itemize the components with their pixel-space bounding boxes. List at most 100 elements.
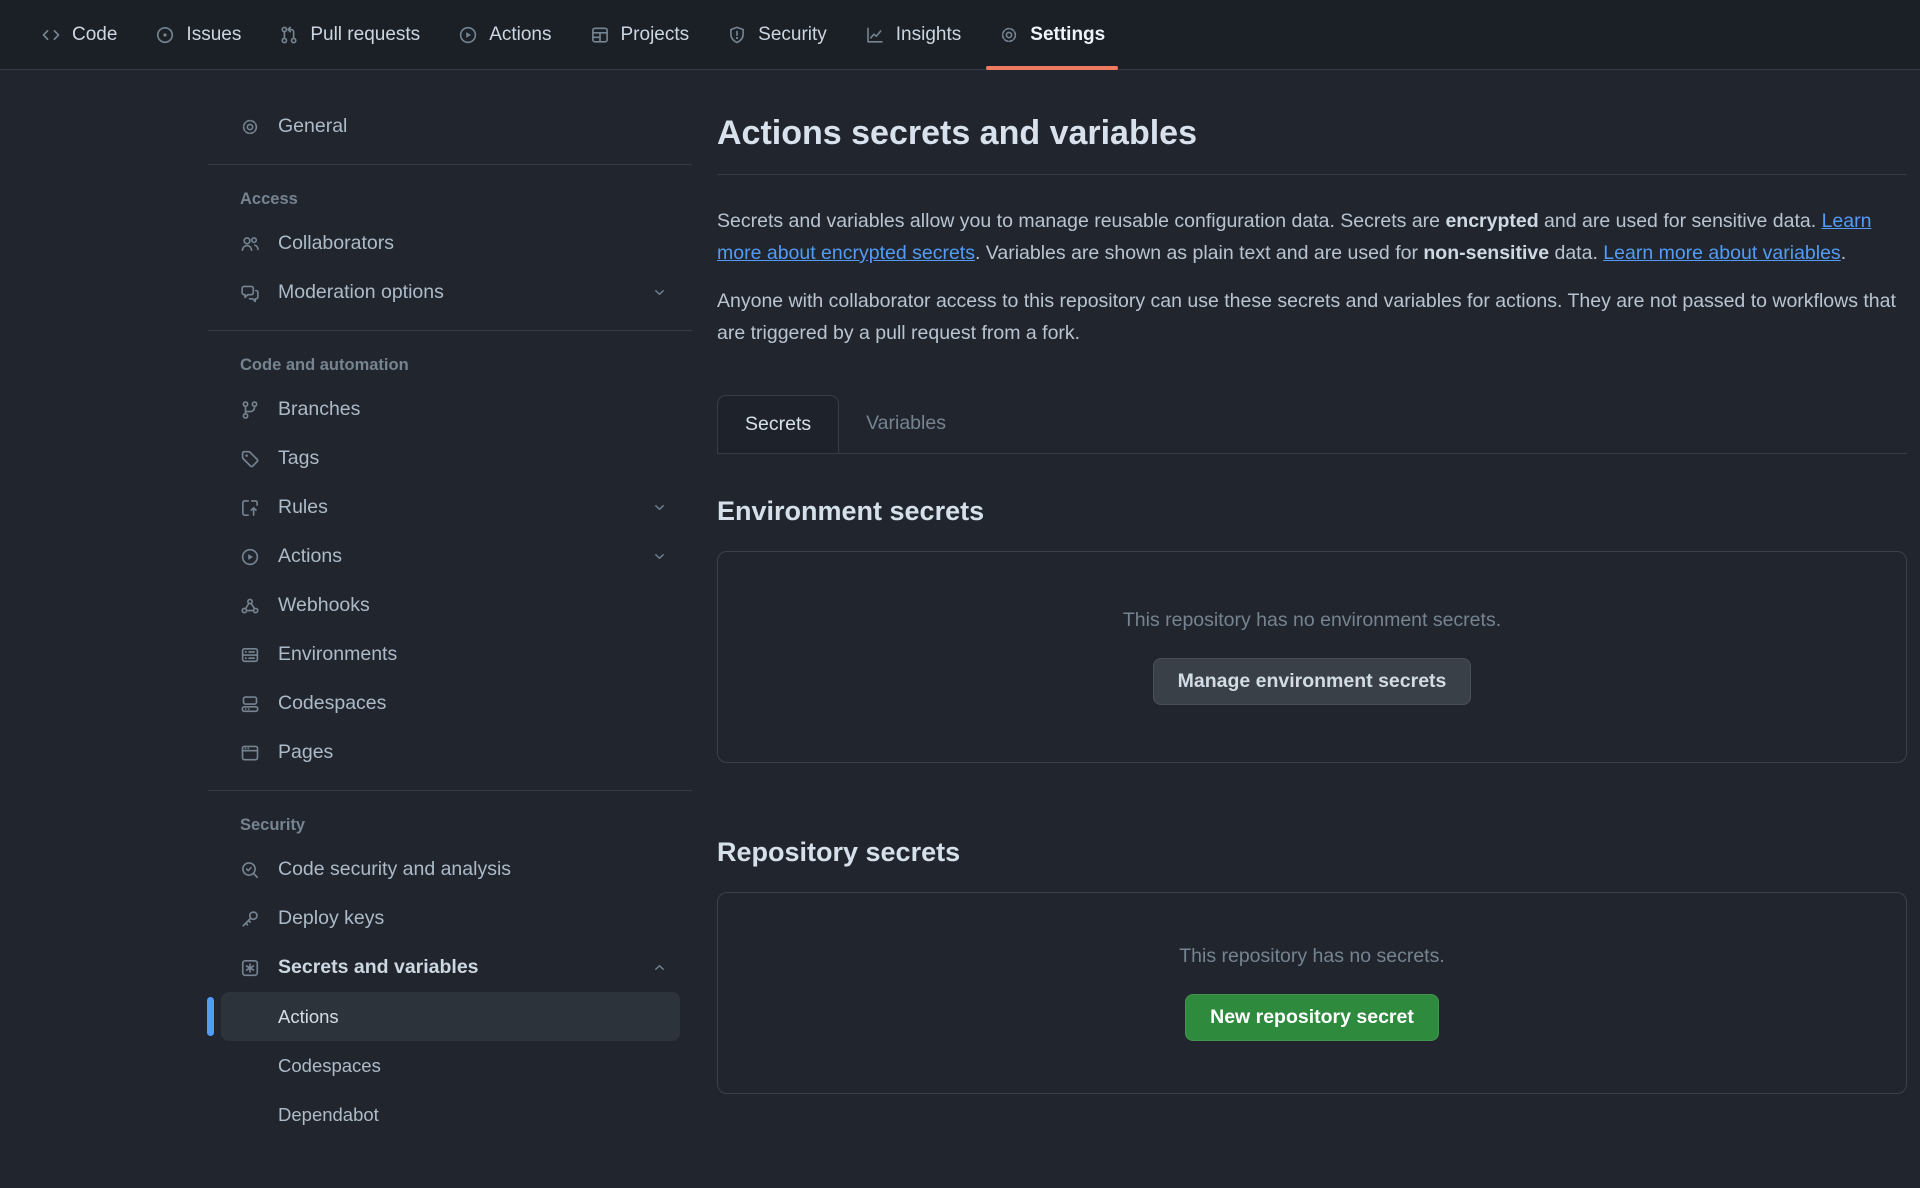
git-branch-icon <box>240 400 260 420</box>
sidebar-item-deploy-keys[interactable]: Deploy keys <box>208 894 692 943</box>
codescan-icon <box>240 860 260 880</box>
intro-bold-encrypted: encrypted <box>1445 210 1538 232</box>
sidebar-section-code-automation: Code and automation <box>208 356 692 375</box>
play-icon <box>458 25 478 45</box>
repository-secrets-empty-text: This repository has no secrets. <box>1179 945 1445 968</box>
secrets-variables-tabnav: Secrets Variables <box>717 395 1907 454</box>
chevron-down-icon <box>651 284 668 301</box>
sidebar-item-label: Pages <box>278 741 668 764</box>
nav-tab-code[interactable]: Code <box>22 0 136 69</box>
intro-text: Secrets and variables allow you to manag… <box>717 210 1445 232</box>
sidebar-item-collaborators[interactable]: Collaborators <box>208 219 692 268</box>
sidebar-item-label: Secrets and variables <box>278 956 651 979</box>
codespaces-icon <box>240 694 260 714</box>
nav-tab-label: Issues <box>186 24 241 46</box>
sidebar-item-webhooks[interactable]: Webhooks <box>208 581 692 630</box>
collaborator-note: Anyone with collaborator access to this … <box>717 285 1907 349</box>
sidebar-item-label: Branches <box>278 398 668 421</box>
environment-secrets-empty-box: This repository has no environment secre… <box>717 551 1907 763</box>
sidebar-item-label: Webhooks <box>278 594 668 617</box>
sidebar-item-label: Actions <box>278 545 651 568</box>
environment-secrets-heading: Environment secrets <box>717 496 1907 527</box>
sidebar-subitem-codespaces[interactable]: Codespaces <box>221 1041 680 1090</box>
sidebar-subitem-actions[interactable]: Actions <box>221 992 680 1041</box>
nav-tab-label: Insights <box>896 24 961 46</box>
nav-tab-pull-requests[interactable]: Pull requests <box>260 0 439 69</box>
sidebar-item-moderation-options[interactable]: Moderation options <box>208 268 692 317</box>
sidebar-item-label: Tags <box>278 447 668 470</box>
gear-icon <box>999 25 1019 45</box>
sidebar-section-access: Access <box>208 190 692 209</box>
shield-icon <box>727 25 747 45</box>
issue-opened-icon <box>155 25 175 45</box>
sidebar-item-rules[interactable]: Rules <box>208 483 692 532</box>
nav-tab-label: Code <box>72 24 117 46</box>
sidebar-item-codespaces[interactable]: Codespaces <box>208 679 692 728</box>
nav-tab-label: Actions <box>489 24 551 46</box>
nav-tab-settings[interactable]: Settings <box>980 0 1124 69</box>
tab-variables[interactable]: Variables <box>839 395 973 453</box>
sidebar-subitem-dependabot[interactable]: Dependabot <box>221 1090 680 1139</box>
tag-icon <box>240 449 260 469</box>
sidebar-divider <box>208 330 692 331</box>
sidebar-item-branches[interactable]: Branches <box>208 385 692 434</box>
settings-sidebar: General Access Collaborators Moderation … <box>208 70 692 1139</box>
comment-discussion-icon <box>240 283 260 303</box>
graph-icon <box>865 25 885 45</box>
nav-tab-security[interactable]: Security <box>708 0 846 69</box>
environment-secrets-empty-text: This repository has no environment secre… <box>1123 609 1501 632</box>
intro-paragraph: Secrets and variables allow you to manag… <box>717 205 1907 269</box>
browser-icon <box>240 743 260 763</box>
gear-icon <box>240 117 260 137</box>
intro-text: . <box>1841 242 1846 264</box>
play-icon <box>240 547 260 567</box>
sidebar-item-pages[interactable]: Pages <box>208 728 692 777</box>
nav-tab-label: Settings <box>1030 24 1105 46</box>
server-icon <box>240 645 260 665</box>
tab-secrets[interactable]: Secrets <box>717 395 839 453</box>
manage-environment-secrets-button[interactable]: Manage environment secrets <box>1153 658 1472 705</box>
sidebar-item-environments[interactable]: Environments <box>208 630 692 679</box>
chevron-down-icon <box>651 499 668 516</box>
sidebar-item-label: Codespaces <box>278 692 668 715</box>
sidebar-item-secrets-and-variables[interactable]: Secrets and variables <box>208 943 692 992</box>
sidebar-item-tags[interactable]: Tags <box>208 434 692 483</box>
intro-bold-non-sensitive: non-sensitive <box>1423 242 1549 264</box>
sidebar-item-label: Collaborators <box>278 232 668 255</box>
repository-secrets-heading: Repository secrets <box>717 837 1907 868</box>
sidebar-item-label: Moderation options <box>278 281 651 304</box>
nav-tab-insights[interactable]: Insights <box>846 0 980 69</box>
chevron-up-icon <box>651 959 668 976</box>
sidebar-item-code-security[interactable]: Code security and analysis <box>208 845 692 894</box>
git-pull-request-icon <box>279 25 299 45</box>
intro-text: data. <box>1549 242 1603 264</box>
new-repository-secret-button[interactable]: New repository secret <box>1185 994 1439 1041</box>
sidebar-item-label: Environments <box>278 643 668 666</box>
sidebar-item-actions[interactable]: Actions <box>208 532 692 581</box>
sidebar-item-label: Deploy keys <box>278 907 668 930</box>
sidebar-subitem-label: Codespaces <box>278 1055 381 1077</box>
repository-secrets-empty-box: This repository has no secrets. New repo… <box>717 892 1907 1094</box>
code-icon <box>41 25 61 45</box>
sidebar-divider <box>208 790 692 791</box>
settings-content: Actions secrets and variables Secrets an… <box>717 70 1907 1094</box>
asterisk-box-icon <box>240 958 260 978</box>
intro-text: and are used for sensitive data. <box>1539 210 1822 232</box>
rules-icon <box>240 498 260 518</box>
chevron-down-icon <box>651 548 668 565</box>
nav-tab-actions[interactable]: Actions <box>439 0 570 69</box>
key-icon <box>240 909 260 929</box>
nav-tab-issues[interactable]: Issues <box>136 0 260 69</box>
sidebar-item-general[interactable]: General <box>208 102 692 151</box>
project-icon <box>590 25 610 45</box>
sidebar-subitem-label: Actions <box>278 1006 339 1028</box>
nav-tab-projects[interactable]: Projects <box>571 0 709 69</box>
sidebar-item-label: Rules <box>278 496 651 519</box>
link-variables[interactable]: Learn more about variables <box>1603 242 1840 264</box>
repo-tab-bar: Code Issues Pull requests Actions Projec… <box>0 0 1920 70</box>
sidebar-item-label: General <box>278 115 668 138</box>
nav-tab-label: Pull requests <box>310 24 420 46</box>
sidebar-section-security: Security <box>208 816 692 835</box>
sidebar-divider <box>208 164 692 165</box>
people-icon <box>240 234 260 254</box>
